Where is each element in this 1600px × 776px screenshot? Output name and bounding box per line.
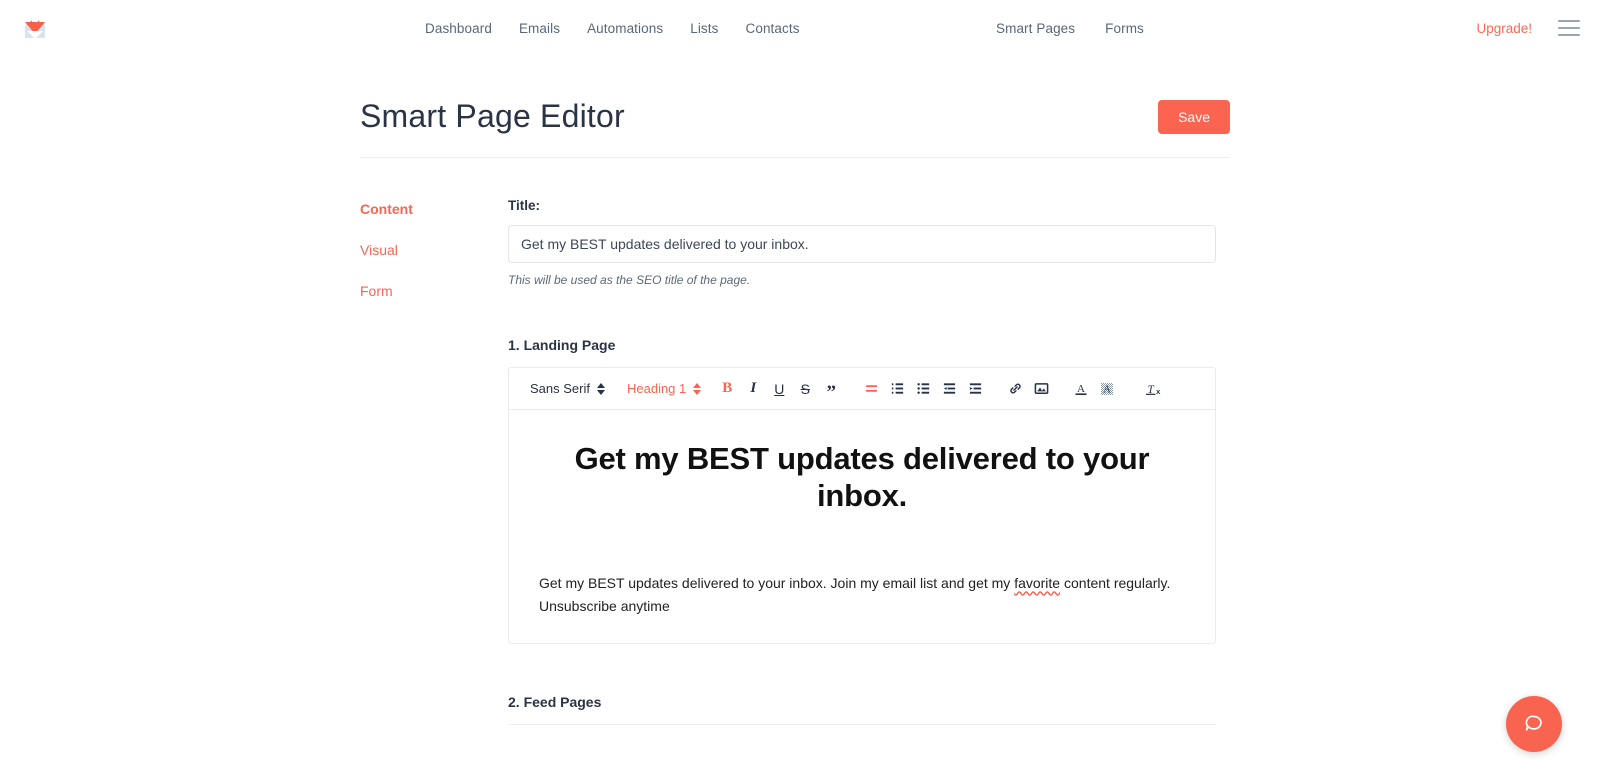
link-icon[interactable] xyxy=(1002,376,1028,402)
editor-heading: Get my BEST updates delivered to your in… xyxy=(574,441,1150,514)
save-button[interactable]: Save xyxy=(1158,99,1230,134)
bullet-list-svg xyxy=(917,383,929,394)
hamburger-bar xyxy=(1558,34,1580,36)
chevron-updown-icon xyxy=(596,382,605,395)
bold-icon[interactable]: B xyxy=(714,376,740,402)
page-title: Smart Page Editor xyxy=(360,98,625,134)
section-heading-landing-page: 1. Landing Page xyxy=(508,337,616,353)
font-family-select[interactable]: Sans Serif xyxy=(521,381,614,396)
secondary-nav-links: Smart Pages Forms xyxy=(996,0,1144,56)
primary-nav-links: Dashboard Emails Automations Lists Conta… xyxy=(425,0,800,56)
indent-icon[interactable] xyxy=(962,376,988,402)
clear-format-icon[interactable]: T x xyxy=(1140,376,1166,402)
link-svg xyxy=(1010,383,1021,394)
italic-glyph: I xyxy=(750,380,757,396)
ordered-list-svg xyxy=(891,383,903,394)
editor-toolbar: Sans Serif Heading 1 B I U S ” A A T x xyxy=(509,368,1215,410)
sidebar-item-form[interactable]: Form xyxy=(360,283,508,300)
bold-glyph: B xyxy=(722,380,733,396)
text-color-svg: A xyxy=(1075,383,1087,395)
hamburger-bar xyxy=(1558,20,1580,22)
outdent-icon[interactable] xyxy=(936,376,962,402)
editor-content-area[interactable]: Get my BEST updates delivered to your in… xyxy=(509,410,1215,643)
title-field-label: Title: xyxy=(508,198,541,213)
blockquote-icon[interactable]: ” xyxy=(818,376,844,402)
top-navigation-bar: Dashboard Emails Automations Lists Conta… xyxy=(0,0,1600,56)
section-heading-feed-pages: 2. Feed Pages xyxy=(508,694,602,711)
svg-text:A: A xyxy=(1077,383,1085,395)
nav-link-emails[interactable]: Emails xyxy=(519,21,560,36)
envelope-fox-logo[interactable] xyxy=(22,14,48,42)
rich-text-editor: Sans Serif Heading 1 B I U S ” A A T x G… xyxy=(508,367,1216,645)
title-input[interactable] xyxy=(508,225,1216,263)
nav-link-automations[interactable]: Automations xyxy=(587,21,663,36)
font-family-value: Sans Serif xyxy=(530,381,590,396)
strikethrough-glyph: S xyxy=(800,380,810,397)
nav-link-lists[interactable]: Lists xyxy=(690,21,718,36)
strikethrough-icon[interactable]: S xyxy=(792,376,818,402)
italic-icon[interactable]: I xyxy=(740,376,766,402)
bullet-list-icon[interactable] xyxy=(910,376,936,402)
image-svg xyxy=(1034,383,1049,394)
outdent-svg xyxy=(943,383,955,394)
help-chat-button[interactable] xyxy=(1506,696,1562,752)
sidebar-item-content[interactable]: Content xyxy=(360,201,508,218)
content-container: Smart Page Editor Save Content Visual Fo… xyxy=(350,56,1250,726)
section-divider xyxy=(508,724,1216,726)
nav-link-smart-pages[interactable]: Smart Pages xyxy=(996,21,1075,36)
misspelled-word: favorite xyxy=(1014,575,1061,592)
highlight-svg: A xyxy=(1101,382,1114,395)
editor-side-nav: Content Visual Form xyxy=(360,198,508,725)
editor-main-column: Title: This will be used as the SEO titl… xyxy=(508,198,1240,726)
hamburger-bar xyxy=(1558,27,1580,29)
hamburger-menu-icon[interactable] xyxy=(1558,20,1580,36)
svg-text:x: x xyxy=(1156,387,1161,396)
highlight-icon[interactable]: A xyxy=(1094,376,1120,402)
chevron-updown-icon xyxy=(693,382,702,395)
text-color-icon[interactable]: A xyxy=(1068,376,1094,402)
page-body: Smart Page Editor Save Content Visual Fo… xyxy=(0,56,1600,726)
ordered-list-icon[interactable] xyxy=(884,376,910,402)
heading-level-select[interactable]: Heading 1 xyxy=(618,381,710,396)
editor-layout: Content Visual Form Title: This will be … xyxy=(360,198,1240,726)
nav-link-contacts[interactable]: Contacts xyxy=(745,21,799,36)
svg-text:A: A xyxy=(1103,383,1111,395)
sidebar-item-visual[interactable]: Visual xyxy=(360,242,508,259)
image-icon[interactable] xyxy=(1028,376,1054,402)
editor-paragraph-part1: Get my BEST updates delivered to your in… xyxy=(539,575,1015,592)
align-svg xyxy=(865,385,877,392)
nav-utility-group: Upgrade! xyxy=(1476,0,1580,56)
editor-paragraph: Get my BEST updates delivered to your in… xyxy=(539,572,1185,617)
underline-icon[interactable]: U xyxy=(766,376,792,402)
nav-link-dashboard[interactable]: Dashboard xyxy=(425,21,492,36)
title-help-text: This will be used as the SEO title of th… xyxy=(508,273,751,287)
chat-bubble-icon xyxy=(1525,715,1542,731)
clear-format-svg: T x xyxy=(1145,383,1161,396)
indent-svg xyxy=(969,383,981,394)
nav-link-forms[interactable]: Forms xyxy=(1105,21,1144,36)
align-icon[interactable] xyxy=(858,376,884,402)
heading-level-value: Heading 1 xyxy=(626,381,687,396)
upgrade-link[interactable]: Upgrade! xyxy=(1476,21,1532,36)
logo-svg xyxy=(25,18,45,39)
underline-glyph: U xyxy=(774,380,785,397)
page-header-row: Smart Page Editor Save xyxy=(360,56,1230,158)
